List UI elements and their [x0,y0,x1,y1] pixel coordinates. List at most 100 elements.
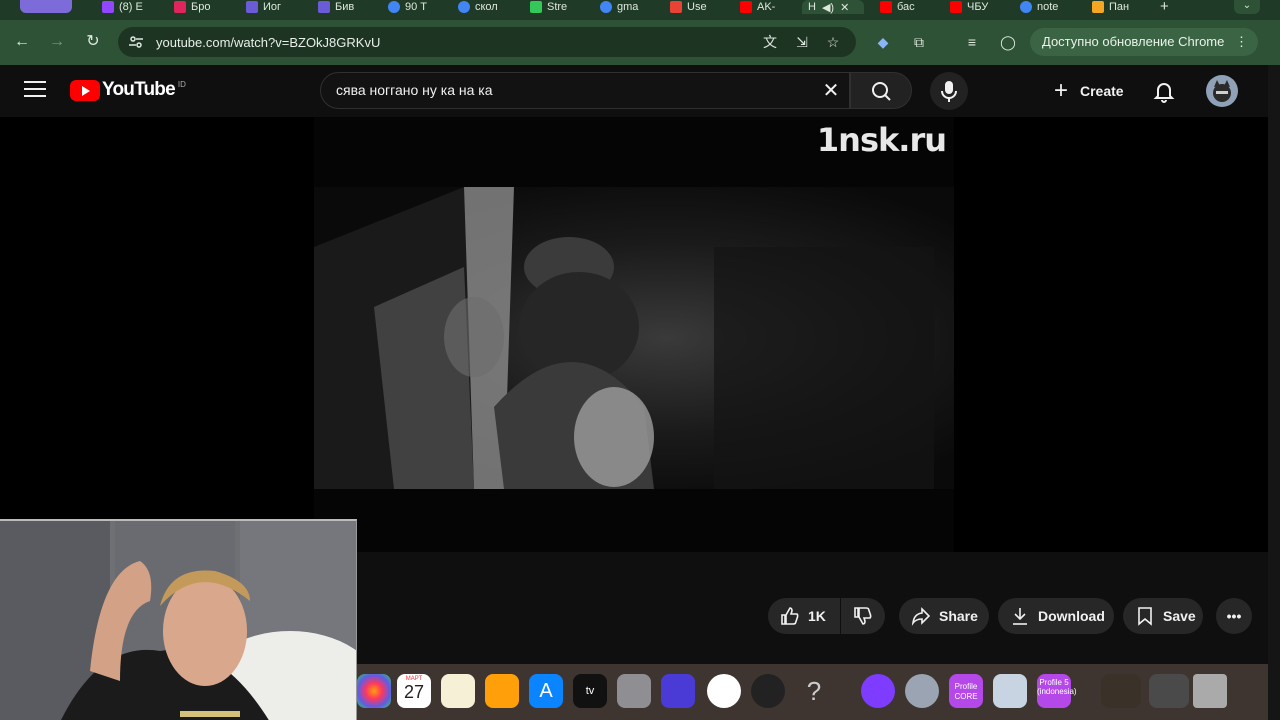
youtube-icon [740,1,752,13]
speaker-icon[interactable]: ◀) [822,1,834,14]
share-arrow-icon [911,607,931,626]
play-favicon-icon [246,1,258,13]
site-settings-icon[interactable] [128,34,144,50]
calendar-app-icon[interactable]: МАРТ 27 [397,674,431,708]
like-button[interactable]: 1K [768,598,840,634]
twitch-icon [102,1,114,13]
close-tab-icon[interactable]: ✕ [840,1,849,14]
microphone-icon [941,81,957,102]
dislike-button[interactable] [841,598,885,634]
browser-tab[interactable]: Пан [1092,0,1142,14]
browser-tab[interactable]: Иог [246,0,294,14]
trash-icon[interactable] [1193,674,1227,708]
pages-app-icon[interactable] [485,674,519,708]
google-icon [458,1,470,13]
share-button[interactable]: Share [899,598,989,634]
browser-tab-active[interactable]: Н ◀) ✕ [802,0,864,14]
help-question-icon[interactable]: ? [797,674,831,708]
tab-search-chevron-icon[interactable]: ⌄ [1234,0,1260,14]
profile-icon[interactable]: ◯ [998,32,1018,52]
quicktime-icon[interactable] [905,674,939,708]
browser-tab[interactable]: Бро [174,0,222,14]
download-label: Download [1038,608,1105,624]
browser-tab[interactable]: Stre [530,0,578,14]
chrome-profile-core-icon[interactable]: Profile CORE [949,674,983,708]
vs-app-icon[interactable] [661,674,695,708]
iphone-mirroring-icon[interactable] [617,674,651,708]
kebab-menu-icon: ⋮ [1235,34,1248,49]
more-actions-button[interactable]: ••• [1216,598,1252,634]
url-text[interactable]: youtube.com/watch?v=BZOkJ8GRKvU [156,35,380,50]
play-favicon-icon [318,1,330,13]
hamburger-menu-icon[interactable] [24,81,46,101]
install-app-icon[interactable]: ⇲ [793,33,811,51]
browser-tab[interactable]: Бив [318,0,366,14]
profile-5-label: Profile 5 (indonesia) [1037,678,1077,696]
video-player[interactable]: 1nsk.ru [0,117,1268,552]
chrome-update-button[interactable]: Доступно обновление Chrome ⋮ [1030,28,1258,56]
profile-core-label: Profile CORE [954,682,978,701]
bookmark-star-icon[interactable]: ☆ [824,33,842,51]
search-input[interactable] [336,82,806,98]
save-label: Save [1163,608,1196,624]
downloads-stack-icon[interactable] [1149,674,1189,708]
apple-tv-icon[interactable]: tv [573,674,607,708]
back-button[interactable]: ← [11,31,33,53]
browser-tab[interactable]: (8) E [102,0,150,14]
tab-title: (8) E [119,1,143,13]
youtube-icon [950,1,962,13]
tab-title: Пан [1109,1,1130,13]
browser-tab[interactable]: ЧБУ [950,0,998,14]
page-scrollbar[interactable] [1268,65,1280,720]
create-button[interactable]: + Create [1046,73,1146,109]
forward-button[interactable]: → [46,31,68,53]
voice-search-button[interactable] [930,72,968,110]
browser-tab[interactable]: note [1020,0,1068,14]
address-bar[interactable]: youtube.com/watch?v=BZOkJ8GRKvU 文 ⇲ ☆ [118,27,856,57]
discord-icon[interactable] [861,674,895,708]
app-store-icon[interactable]: A [529,674,563,708]
site-favicon-icon [1092,1,1104,13]
tab-title: 90 Т [405,1,428,13]
notes-app-icon[interactable] [441,674,475,708]
google-icon [600,1,612,13]
tab-title: скол [475,1,498,13]
browser-tab[interactable]: 90 Т [388,0,436,14]
chrome-profile-5-icon[interactable]: Profile 5 (indonesia) [1037,674,1077,708]
webcam-overlay [0,519,357,720]
tab-title: note [1037,1,1059,13]
clear-search-icon[interactable]: ✕ [819,79,843,103]
preview-app-icon[interactable] [993,674,1027,708]
translate-icon[interactable]: 文 [761,33,779,51]
country-code: ID [177,79,186,89]
youtube-logo[interactable]: YouTube ID [70,79,186,101]
avatar[interactable] [1206,75,1238,107]
save-button[interactable]: Save [1123,598,1203,634]
media-controls-icon[interactable]: ≡ [962,32,982,52]
notifications-button[interactable] [1152,79,1176,103]
download-button[interactable]: Download [998,598,1114,634]
browser-tab[interactable]: AK- [740,0,788,14]
search-box[interactable]: ✕ [320,72,850,109]
browser-tab[interactable]: gma [600,0,648,14]
bookmark-icon [1138,607,1152,626]
new-tab-button[interactable]: + [1160,0,1169,15]
ninja-app-icon[interactable] [707,674,741,708]
update-label: Доступно обновление Chrome [1042,34,1225,49]
photos-app-icon[interactable] [357,674,391,708]
browser-tab[interactable]: скол [458,0,506,14]
google-icon [1020,1,1032,13]
extensions-puzzle-icon[interactable]: ⧉ [909,32,929,52]
reload-button[interactable]: ↻ [82,31,104,53]
tab-title: ЧБУ [967,1,989,13]
search-icon [872,82,891,101]
browser-tab[interactable]: Use [670,0,718,14]
search-button[interactable] [850,72,912,109]
obs-icon[interactable] [751,674,785,708]
gmail-icon [670,1,682,13]
tab-title: AK- [757,1,776,13]
extension-icon[interactable]: ◆ [873,32,893,52]
browser-tab[interactable]: бас [880,0,928,14]
profile-tab-button[interactable] [20,0,72,13]
recent-window-thumbnail[interactable] [1101,674,1141,708]
